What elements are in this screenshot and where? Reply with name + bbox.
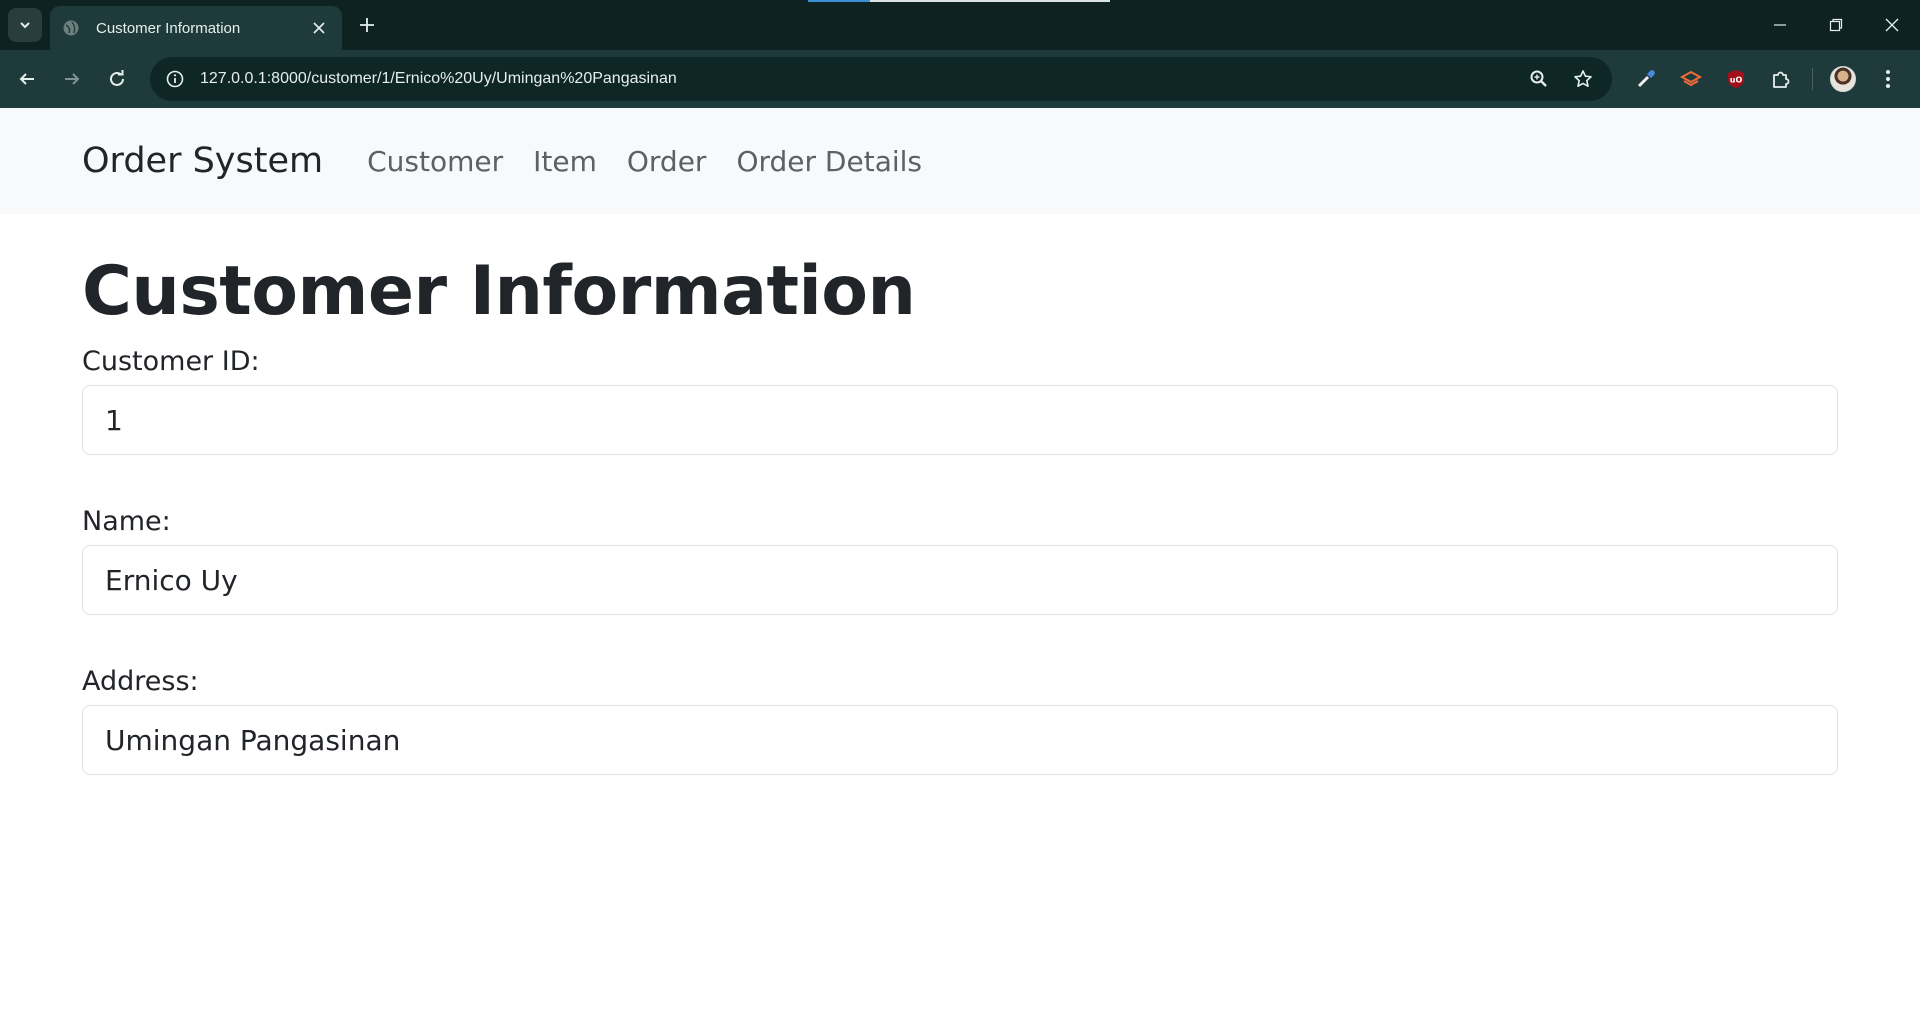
address-label: Address: (82, 666, 199, 697)
drag-strip (870, 0, 1110, 2)
browser-tab-active[interactable]: Customer Information (50, 6, 342, 50)
main-content: Customer Information Customer ID: Name: … (82, 258, 1838, 775)
site-info-icon[interactable] (164, 68, 186, 90)
chevron-down-icon (20, 22, 30, 29)
restore-icon (1829, 18, 1843, 32)
address-group: Address: (82, 663, 1838, 775)
web-page: Order System Customer Item Order Order D… (0, 108, 1920, 1030)
minimize-button[interactable] (1752, 0, 1808, 50)
close-icon (1885, 18, 1899, 32)
zoom-icon[interactable] (1524, 64, 1554, 94)
close-window-button[interactable] (1864, 0, 1920, 50)
browser-tab-strip: Customer Information (0, 0, 1920, 50)
address-field[interactable] (82, 705, 1838, 775)
toolbar-divider (1812, 68, 1813, 90)
back-button[interactable] (9, 61, 45, 97)
eyedropper-extension-icon[interactable] (1628, 61, 1664, 97)
new-tab-button[interactable] (352, 10, 382, 40)
brand-link[interactable]: Order System (82, 141, 323, 181)
avatar (1830, 66, 1856, 92)
forward-button[interactable] (54, 61, 90, 97)
drag-strip-accent (808, 0, 870, 2)
page-title: Customer Information (82, 252, 916, 331)
url-text: 127.0.0.1:8000/customer/1/Ernico%20Uy/Um… (200, 70, 677, 87)
menu-button[interactable] (1870, 61, 1906, 97)
tab-title: Customer Information (96, 19, 241, 37)
reload-button[interactable] (99, 61, 135, 97)
restore-button[interactable] (1808, 0, 1864, 50)
minimize-icon (1774, 24, 1786, 26)
name-label: Name: (82, 506, 171, 537)
close-tab-icon[interactable] (308, 17, 330, 39)
globe-icon (62, 19, 80, 37)
ublock-extension-icon[interactable]: uO (1718, 61, 1754, 97)
puzzle-extensions-icon[interactable] (1763, 61, 1799, 97)
reload-icon (110, 70, 124, 86)
customer-id-field[interactable] (82, 385, 1838, 455)
customer-id-group: Customer ID: (82, 343, 1838, 455)
nav-link-item[interactable]: Item (533, 145, 597, 178)
name-group: Name: (82, 503, 1838, 615)
nav-link-customer[interactable]: Customer (367, 145, 503, 178)
window-controls (1752, 0, 1920, 50)
arrow-left-icon (19, 73, 34, 85)
name-field[interactable] (82, 545, 1838, 615)
extensions-area: uO (1628, 61, 1915, 97)
plus-icon (360, 18, 374, 32)
tab-search-button[interactable] (8, 8, 42, 42)
nav-link-order[interactable]: Order (627, 145, 707, 178)
site-navbar: Order System Customer Item Order Order D… (0, 108, 1920, 214)
bookmark-star-icon[interactable] (1568, 64, 1598, 94)
browser-toolbar: 127.0.0.1:8000/customer/1/Ernico%20Uy/Um… (0, 50, 1920, 108)
svg-text:uO: uO (1730, 76, 1743, 85)
layers-extension-icon[interactable] (1673, 61, 1709, 97)
more-vertical-icon (1886, 70, 1890, 88)
profile-button[interactable] (1825, 61, 1861, 97)
arrow-right-icon (65, 73, 80, 85)
customer-id-label: Customer ID: (82, 346, 260, 377)
address-bar[interactable]: 127.0.0.1:8000/customer/1/Ernico%20Uy/Um… (150, 57, 1612, 101)
nav-link-order-details[interactable]: Order Details (736, 145, 922, 178)
